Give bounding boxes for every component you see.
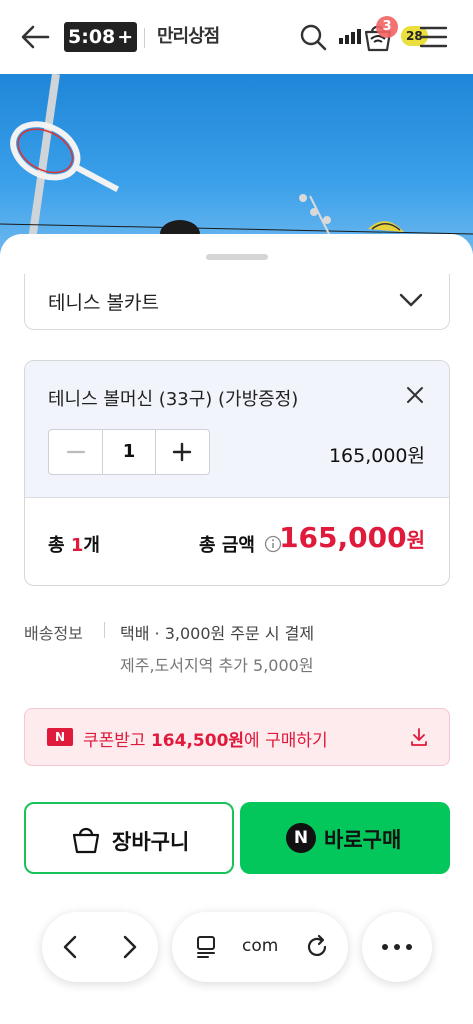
total-amount-value: 165,000원: [279, 521, 425, 554]
add-to-cart-label: 장바구니: [112, 830, 190, 854]
status-time: 5:08 +: [64, 22, 138, 52]
store-logo[interactable]: 만리상점: [157, 22, 220, 52]
more-icon: [382, 944, 412, 950]
plus-icon: [173, 442, 192, 462]
browser-forward-icon[interactable]: [120, 934, 140, 960]
back-arrow-icon[interactable]: [18, 22, 52, 52]
browser-back-icon[interactable]: [60, 934, 80, 960]
browser-nav-pill: [42, 912, 158, 982]
coupon-banner[interactable]: N 쿠폰받고 164,500원에 구매하기: [24, 708, 450, 766]
purchase-bottom-sheet: 테니스 볼카트 테니스 볼머신 (33구) (가방증정) 1 165,000원 …: [0, 234, 473, 1024]
buy-now-label: 바로구매: [324, 828, 402, 852]
browser-url-pill[interactable]: com: [172, 912, 348, 982]
total-amount-label: 총 금액: [199, 531, 282, 557]
naver-pay-icon: N: [286, 823, 316, 853]
total-count: 총 1개: [48, 535, 100, 556]
menu-icon[interactable]: [418, 24, 448, 50]
selected-option-detail: 테니스 볼머신 (33구) (가방증정) 1 165,000원: [25, 361, 449, 498]
top-header: 5:08 + 만리상점 3 28: [0, 0, 473, 74]
shipping-divider: [104, 622, 105, 638]
header-divider: [144, 28, 145, 48]
close-icon[interactable]: [405, 385, 425, 405]
selected-option-card: 테니스 볼머신 (33구) (가방증정) 1 165,000원 총 1개 총 금…: [24, 360, 450, 586]
coupon-text: 쿠폰받고 164,500원에 구매하기: [83, 731, 328, 751]
shipping-info-label: 배송정보: [24, 624, 83, 643]
reader-icon[interactable]: [194, 934, 220, 960]
browser-url-text: com: [242, 936, 279, 956]
quantity-decrease-button[interactable]: [49, 430, 102, 474]
quantity-stepper: 1: [48, 429, 210, 475]
selected-option-name: 테니스 볼머신 (33구) (가방증정): [48, 389, 299, 410]
browser-more-pill[interactable]: [362, 912, 432, 982]
naver-n-logo: N: [47, 728, 73, 746]
add-to-cart-button[interactable]: 장바구니: [24, 802, 234, 874]
shopping-bag-icon: [72, 827, 100, 854]
shipping-info-main: 택배 · 3,000원 주문 시 결제: [120, 624, 315, 643]
shipping-info-extra: 제주,도서지역 추가 5,000원: [120, 656, 314, 675]
search-icon[interactable]: [298, 22, 328, 52]
chevron-down-icon: [399, 293, 423, 307]
buy-now-button[interactable]: N 바로구매: [240, 802, 450, 874]
option-select-label: 테니스 볼카트: [48, 292, 159, 314]
quantity-value[interactable]: 1: [102, 430, 156, 474]
tennis-scene-illustration: [0, 74, 473, 254]
selected-option-price: 165,000원: [328, 445, 425, 467]
sheet-drag-handle[interactable]: [206, 254, 268, 260]
product-hero-image: [0, 74, 473, 254]
option-select[interactable]: 테니스 볼카트: [24, 274, 450, 330]
reload-icon[interactable]: [304, 934, 330, 960]
cart-count-badge: 3: [376, 16, 398, 38]
quantity-increase-button[interactable]: [156, 430, 209, 474]
download-icon: [411, 728, 427, 746]
minus-icon: [66, 450, 85, 454]
